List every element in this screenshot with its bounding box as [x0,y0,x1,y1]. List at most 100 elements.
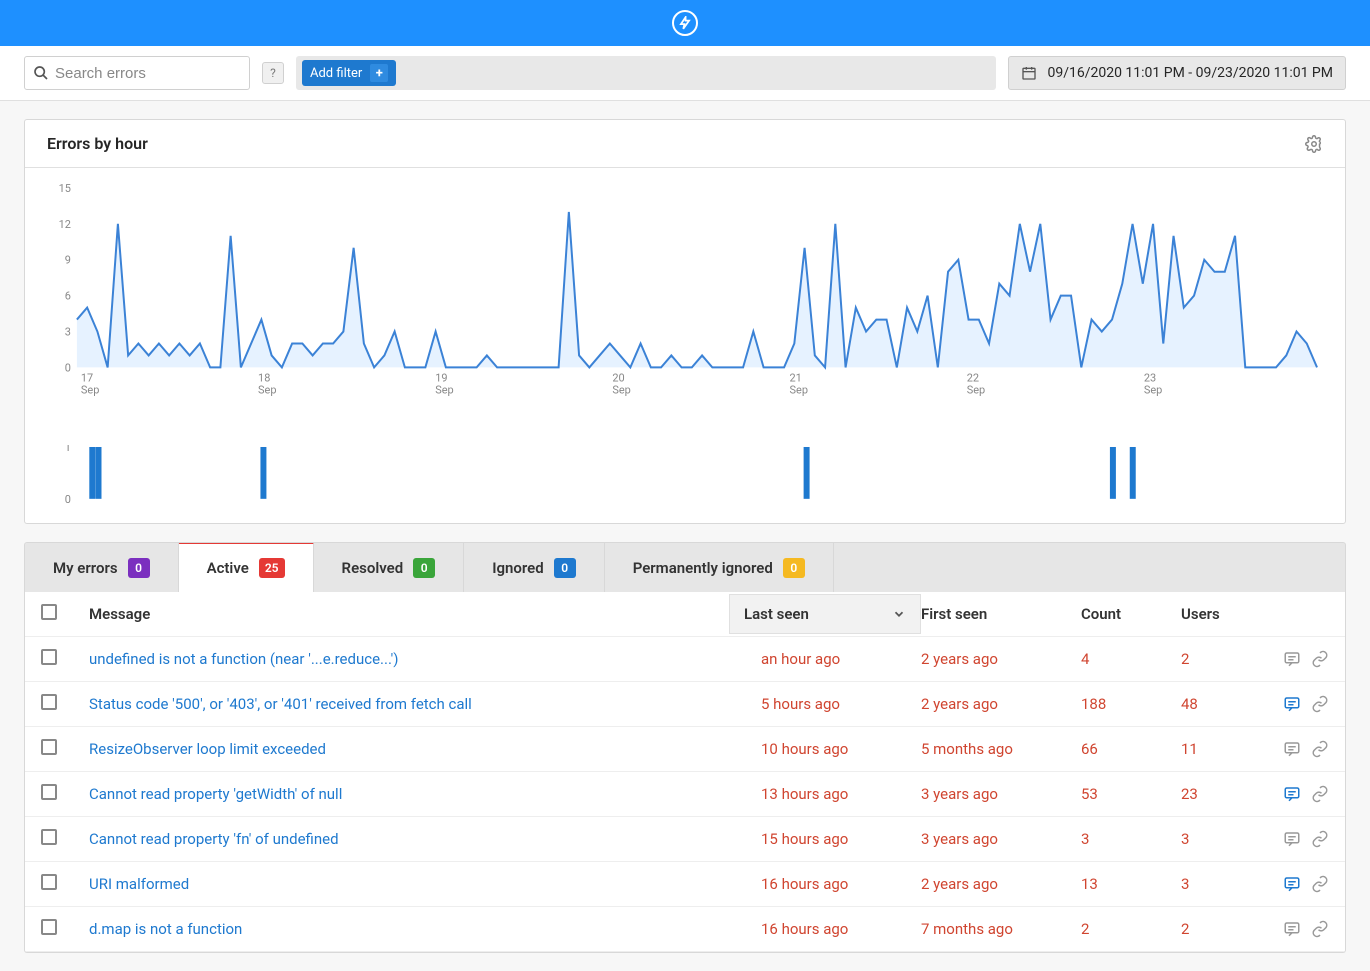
link-icon[interactable] [1311,650,1329,668]
count-value: 4 [1065,637,1165,682]
count-value: 2 [1065,907,1165,952]
comment-icon[interactable] [1283,920,1301,938]
svg-text:9: 9 [65,254,71,267]
tab-myerrors[interactable]: My errors0 [25,543,179,592]
error-message-link[interactable]: undefined is not a function (near '...e.… [89,650,399,668]
first-seen-value: 2 years ago [905,862,1065,907]
tab-label: Ignored [492,559,544,577]
svg-text:1: 1 [65,445,71,454]
help-button[interactable]: ? [262,62,284,84]
search-box[interactable] [24,56,250,90]
error-message-link[interactable]: URI malformed [89,875,189,893]
error-message-link[interactable]: Cannot read property 'fn' of undefined [89,830,339,848]
last-seen-value: 16 hours ago [745,907,905,952]
chevron-down-icon [892,607,906,621]
errors-table: Message Last seen First seen Count Users… [25,592,1345,952]
tab-badge: 0 [554,558,576,578]
count-value: 3 [1065,817,1165,862]
link-icon[interactable] [1311,830,1329,848]
svg-text:Sep: Sep [81,383,99,396]
row-checkbox[interactable] [41,874,57,890]
link-icon[interactable] [1311,785,1329,803]
row-actions [1281,695,1329,713]
col-first-seen-header[interactable]: First seen [905,592,1065,637]
col-count-header[interactable]: Count [1065,592,1165,637]
error-message-link[interactable]: Cannot read property 'getWidth' of null [89,785,342,803]
link-icon[interactable] [1311,695,1329,713]
table-row: Status code '500', or '403', or '401' re… [25,682,1345,727]
search-input[interactable] [55,65,241,82]
add-filter-button[interactable]: Add filter + [302,60,396,86]
primary-chart: 0369121517Sep18Sep19Sep20Sep21Sep22Sep23… [25,168,1345,419]
error-message-link[interactable]: ResizeObserver loop limit exceeded [89,740,326,758]
last-seen-value: 10 hours ago [745,727,905,772]
svg-text:12: 12 [59,218,71,231]
row-checkbox[interactable] [41,694,57,710]
gear-icon[interactable] [1305,135,1323,153]
error-tabs: My errors0Active25Resolved0Ignored0Perma… [24,542,1346,592]
tab-resolved[interactable]: Resolved0 [314,543,465,592]
link-icon[interactable] [1311,920,1329,938]
errors-table-wrap: Message Last seen First seen Count Users… [24,592,1346,953]
svg-text:Sep: Sep [967,383,985,396]
tab-ignored[interactable]: Ignored 0 [464,543,605,592]
tab-active[interactable]: Active25 [179,542,314,592]
col-last-seen-header[interactable]: Last seen [729,594,921,634]
col-message-header[interactable]: Message [73,592,745,637]
row-actions [1281,875,1329,893]
error-message-link[interactable]: d.map is not a function [89,920,242,938]
tab-label: Active [207,559,249,577]
svg-text:0: 0 [65,493,71,505]
tab-label: Resolved [342,559,404,577]
main-content: Errors by hour 0369121517Sep18Sep19Sep20… [0,101,1370,971]
svg-text:Sep: Sep [258,383,276,396]
last-seen-value: 13 hours ago [745,772,905,817]
plus-icon: + [370,64,388,82]
link-icon[interactable] [1311,740,1329,758]
table-row: ResizeObserver loop limit exceeded 10 hou… [25,727,1345,772]
table-row: URI malformed16 hours ago2 years ago133 [25,862,1345,907]
row-checkbox[interactable] [41,784,57,800]
table-row: Cannot read property 'fn' of undefined15… [25,817,1345,862]
users-value: 23 [1165,772,1265,817]
svg-text:Sep: Sep [435,383,453,396]
comment-icon[interactable] [1283,875,1301,893]
first-seen-value: 2 years ago [905,682,1065,727]
comment-icon[interactable] [1283,740,1301,758]
filter-bar: Add filter + [296,56,996,90]
comment-icon[interactable] [1283,785,1301,803]
date-range-text: 09/16/2020 11:01 PM - 09/23/2020 11:01 P… [1047,65,1333,81]
row-checkbox[interactable] [41,739,57,755]
users-value: 2 [1165,637,1265,682]
col-users-header[interactable]: Users [1165,592,1265,637]
tab-badge: 0 [128,558,150,578]
svg-text:Sep: Sep [1144,383,1162,396]
comment-icon[interactable] [1283,695,1301,713]
link-icon[interactable] [1311,875,1329,893]
row-actions [1281,830,1329,848]
row-checkbox[interactable] [41,829,57,845]
last-seen-value: 16 hours ago [745,862,905,907]
last-seen-value: 5 hours ago [745,682,905,727]
row-checkbox[interactable] [41,919,57,935]
add-filter-label: Add filter [310,66,362,81]
secondary-chart: 01 [25,445,1345,523]
first-seen-value: 3 years ago [905,772,1065,817]
comment-icon[interactable] [1283,650,1301,668]
comment-icon[interactable] [1283,830,1301,848]
users-value: 2 [1165,907,1265,952]
table-row: d.map is not a function16 hours ago7 mon… [25,907,1345,952]
date-range-picker[interactable]: 09/16/2020 11:01 PM - 09/23/2020 11:01 P… [1008,56,1346,90]
users-value: 11 [1165,727,1265,772]
error-message-link[interactable]: Status code '500', or '403', or '401' re… [89,695,472,713]
users-value: 3 [1165,862,1265,907]
tab-permignored[interactable]: Permanently ignored0 [605,543,834,592]
users-value: 48 [1165,682,1265,727]
count-value: 66 [1065,727,1165,772]
first-seen-value: 2 years ago [905,637,1065,682]
secondary-bar-chart: 01 [47,445,1323,505]
row-checkbox[interactable] [41,649,57,665]
brand-logo-icon [672,10,698,36]
select-all-checkbox[interactable] [41,604,57,620]
row-actions [1281,740,1329,758]
